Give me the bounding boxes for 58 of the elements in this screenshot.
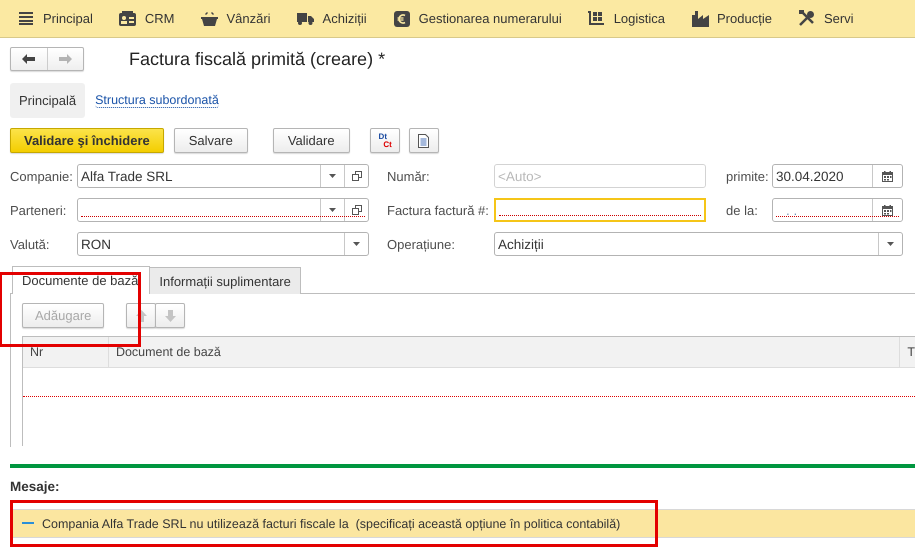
right-arrow-icon — [58, 54, 72, 64]
messages-title: Mesaje: — [10, 479, 61, 495]
left-arrow-icon — [22, 54, 36, 64]
section-tab[interactable]: Principală — [10, 82, 86, 118]
dropdown-field[interactable]: RON — [77, 232, 369, 256]
field-label: Operațiune: — [387, 236, 456, 252]
report-button[interactable] — [408, 128, 439, 153]
field-label: Valută: — [10, 236, 51, 252]
truck-icon — [297, 12, 314, 25]
tab[interactable]: Informații suplimentare — [150, 267, 301, 294]
contact-card-icon — [119, 11, 136, 26]
tools-icon — [798, 10, 816, 27]
toolbar-button[interactable]: Validare — [272, 128, 350, 153]
euro-icon — [394, 10, 410, 26]
field-label: Număr: — [387, 168, 431, 184]
menu-item[interactable]: Logistica — [586, 8, 666, 28]
open-window-icon — [352, 171, 362, 181]
open-window-icon — [352, 205, 362, 215]
factory-icon — [692, 10, 709, 26]
menu-item[interactable]: Servi — [796, 8, 854, 29]
dropdown-caret-icon — [353, 242, 360, 246]
dropdown-caret-icon — [329, 208, 336, 212]
calendar-icon — [882, 170, 893, 182]
dropdown-field[interactable]: Achiziții — [494, 232, 903, 256]
section-link[interactable]: Structura subordonată — [95, 92, 219, 108]
field-label: Factura factură #: — [387, 202, 490, 218]
down-arrow-icon — [164, 310, 176, 322]
collapse-icon[interactable] — [22, 522, 34, 525]
debit-credit-button[interactable]: Dt Ct — [370, 128, 400, 153]
calendar-icon — [882, 204, 893, 216]
menu-item[interactable]: Vânzări — [198, 9, 271, 28]
field-label: Parteneri: — [10, 202, 68, 218]
column-header[interactable]: T — [900, 337, 915, 367]
date-field[interactable]: 30.04.2020 — [772, 164, 903, 188]
dropdown-field[interactable]: Alfa Trade SRL — [77, 164, 369, 188]
basket-icon — [200, 12, 218, 26]
field-label: de la: — [726, 202, 759, 218]
dropdown-field[interactable] — [77, 198, 369, 222]
input-field[interactable] — [494, 198, 706, 222]
field-label: primite: — [726, 168, 770, 184]
column-header[interactable]: Nr — [23, 337, 109, 367]
document-list-icon — [418, 134, 430, 148]
menu-item[interactable]: Producție — [689, 8, 772, 28]
post-and-close-button[interactable]: Validare şi închidere — [10, 128, 164, 153]
menu-item[interactable]: Principal — [15, 9, 93, 28]
toolbar-button[interactable]: Salvare — [174, 128, 248, 153]
window-title: Factura fiscală primită (creare) * — [129, 48, 386, 70]
menu-icon — [19, 12, 33, 25]
column-header[interactable]: Document de bază — [108, 337, 900, 367]
menu-item[interactable]: Gestionarea numerarului — [390, 8, 562, 28]
cart-icon — [588, 10, 606, 26]
message-text: Compania Alfa Trade SRL nu utilizează facturi fiscale la (specificați această opțiune în politica contabilă) — [42, 516, 620, 530]
field-label: Companie: — [10, 168, 74, 184]
menu-item[interactable]: CRM — [116, 9, 174, 28]
menu-item[interactable]: Achiziții — [294, 9, 367, 28]
dropdown-caret-icon — [887, 242, 894, 246]
dropdown-caret-icon — [329, 174, 336, 178]
up-arrow-icon — [136, 310, 147, 322]
